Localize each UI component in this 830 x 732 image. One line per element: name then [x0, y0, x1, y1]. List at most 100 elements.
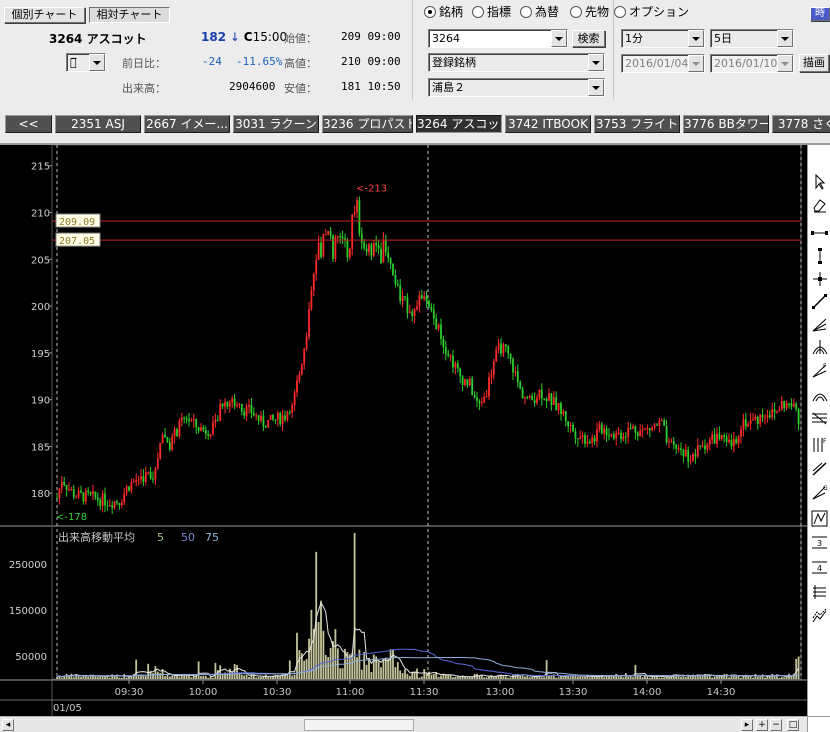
svg-text:F: F — [823, 438, 827, 445]
stock-tab[interactable]: 3742 ITBOOK — [505, 115, 591, 133]
arc-icon[interactable] — [810, 338, 829, 357]
zigzag-icon[interactable] — [810, 509, 829, 528]
high-annotation: <-213 — [356, 183, 387, 194]
chevron-down-icon[interactable] — [777, 55, 793, 72]
candle-body — [58, 488, 61, 499]
code-input[interactable]: 3264 — [428, 29, 568, 48]
radio-2[interactable]: 為替 — [520, 5, 559, 19]
interval-select[interactable]: 1分 — [621, 29, 705, 48]
regression-icon[interactable] — [810, 459, 829, 478]
individual-chart-button[interactable]: 個別チャート — [4, 7, 85, 23]
volume-bar — [459, 676, 462, 679]
market-select[interactable]: 東̅ — [66, 53, 106, 72]
stock-tab[interactable]: 3236 プロパスト — [322, 115, 413, 133]
volume-bar — [159, 672, 162, 679]
radio-dot-icon[interactable] — [472, 6, 484, 18]
chevron-down-icon[interactable] — [688, 30, 704, 47]
pattern-icon[interactable] — [810, 607, 829, 626]
volume-bar — [416, 668, 418, 679]
candle-body — [716, 433, 718, 444]
volume-bar — [291, 675, 294, 679]
stock-tab[interactable]: 3778 さく — [772, 115, 830, 133]
tab-scroll-back[interactable]: << — [5, 115, 52, 133]
stock-tab[interactable]: 3776 BBタワー — [683, 115, 769, 133]
candle-body — [586, 441, 589, 444]
candle-body — [296, 380, 298, 393]
parallel-icon[interactable] — [810, 582, 829, 601]
fibonacci-time-icon[interactable]: F — [810, 435, 829, 454]
horizontal-scrollbar[interactable]: ◂ ▸ + − □ — [0, 716, 807, 732]
volume-bar — [298, 650, 301, 679]
search-button[interactable]: 検索 — [572, 30, 605, 47]
crosshair-icon[interactable] — [810, 269, 829, 288]
scroll-thumb[interactable] — [304, 719, 414, 731]
volume-bar — [440, 675, 442, 679]
cursor-icon[interactable] — [810, 172, 829, 191]
candle-body — [149, 471, 152, 479]
candle-body — [77, 490, 80, 498]
stock-tab-bar: << 2351 ASJ 2667 イメー... 3031 ラクーン 3236 プロパスト… — [5, 115, 830, 133]
chevron-down-icon[interactable] — [588, 79, 604, 96]
eraser-icon[interactable] — [810, 195, 829, 214]
candle-body — [766, 415, 769, 418]
stock-tab[interactable]: 3753 フライト — [594, 115, 680, 133]
stock-tab[interactable]: 3264 アスコット — [416, 115, 502, 133]
candle-body — [500, 343, 502, 354]
reset-zoom-icon[interactable]: □ — [787, 719, 799, 731]
radio-dot-icon[interactable] — [570, 6, 582, 18]
scroll-left-icon[interactable]: ◂ — [2, 719, 14, 731]
stock-tab[interactable]: 2351 ASJ — [55, 115, 141, 133]
relative-chart-button[interactable]: 相対チャート — [89, 7, 170, 23]
radio-0[interactable]: 銘柄 — [424, 5, 463, 19]
chevron-down-icon[interactable] — [551, 30, 567, 47]
group-select[interactable]: 浦島２ — [428, 78, 605, 97]
radio-1[interactable]: 指標 — [472, 5, 511, 19]
candle-body — [212, 422, 214, 435]
stock-tab[interactable]: 2667 イメー... — [144, 115, 230, 133]
four-line-icon[interactable]: 4 — [810, 558, 829, 577]
list-select[interactable]: 登録銘柄 — [428, 53, 605, 72]
draw-button[interactable]: 描画 — [799, 54, 829, 72]
fibonacci-arc-icon[interactable] — [810, 385, 829, 404]
chart-area[interactable]: 180 185 190 195 200 205 210 215 09:30 10:00 10:30 1… — [0, 145, 807, 716]
zoom-out-icon[interactable]: − — [770, 719, 782, 731]
stock-tab[interactable]: 3031 ラクーン — [233, 115, 319, 133]
candle-body — [130, 482, 133, 491]
span-select[interactable]: 5日 — [710, 29, 794, 48]
volume-bar — [754, 673, 757, 679]
chevron-down-icon[interactable] — [688, 55, 704, 72]
gann-icon[interactable]: G — [810, 483, 829, 502]
candle-body — [437, 324, 440, 329]
horizontal-line-icon[interactable] — [810, 223, 829, 242]
vertical-line-icon[interactable] — [810, 246, 829, 265]
candle-body — [173, 429, 176, 437]
volume-bar — [324, 655, 327, 679]
scroll-right-icon[interactable]: ▸ — [741, 719, 753, 731]
fan-icon[interactable] — [810, 315, 829, 334]
radio-3[interactable]: 先物 — [570, 5, 609, 19]
date-from-select[interactable]: 2016/01/04 — [621, 54, 705, 73]
candle-body — [639, 430, 642, 437]
chevron-down-icon[interactable] — [89, 54, 105, 71]
volume-bar — [370, 672, 373, 679]
three-line-icon[interactable]: 3 — [810, 533, 829, 552]
fibonacci-retracement-icon[interactable] — [810, 409, 829, 428]
volume-bar — [795, 658, 798, 679]
radio-dot-icon[interactable] — [614, 6, 626, 18]
candle-body — [636, 432, 639, 437]
trendline-icon[interactable] — [810, 292, 829, 311]
candle-body — [656, 424, 658, 426]
corner-button[interactable]: 時 — [810, 7, 830, 21]
date-to-select[interactable]: 2016/01/10 — [710, 54, 794, 73]
price-volume-chart[interactable]: 180 185 190 195 200 205 210 215 09:30 10:00 10:30 1… — [0, 145, 807, 716]
candle-body — [382, 239, 385, 263]
chevron-down-icon[interactable] — [777, 30, 793, 47]
radio-dot-icon[interactable] — [520, 6, 532, 18]
radio-4[interactable]: オプション — [614, 5, 689, 19]
radio-dot-icon[interactable] — [424, 6, 436, 18]
volume-bar — [144, 676, 147, 679]
candle-body — [608, 435, 610, 437]
fibonacci-fan-icon[interactable]: F — [810, 361, 829, 380]
chevron-down-icon[interactable] — [588, 54, 604, 71]
zoom-in-icon[interactable]: + — [756, 719, 768, 731]
